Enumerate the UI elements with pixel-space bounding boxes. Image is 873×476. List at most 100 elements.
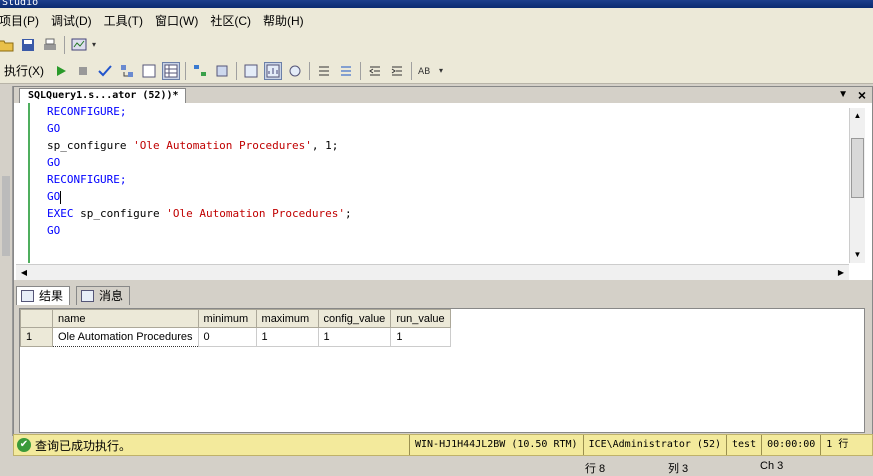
message-icon <box>81 290 94 302</box>
column-header[interactable]: maximum <box>255 309 319 328</box>
menu-help[interactable]: 帮助(H) <box>260 12 313 29</box>
column-header[interactable]: config_value <box>317 309 392 328</box>
tab-results[interactable]: 结果 <box>16 286 71 305</box>
scroll-right-icon[interactable]: ▶ <box>833 265 849 280</box>
query-designer-icon[interactable] <box>213 62 231 80</box>
table-cell[interactable]: Ole Automation Procedures <box>52 327 199 347</box>
left-panel-scroll[interactable] <box>0 86 13 436</box>
change-tracking-margin <box>14 103 30 263</box>
toolbar-separator <box>309 61 310 80</box>
code-token: 'Ole Automation Procedures' <box>166 207 346 220</box>
document-tab-strip: SQLQuery1.s...ator (52))* ▼ × <box>14 87 872 103</box>
left-panel-thumb[interactable] <box>2 176 10 256</box>
code-line[interactable]: sp_configure 'Ole Automation Procedures'… <box>47 137 847 154</box>
window-title: Studio <box>0 0 873 8</box>
tab-messages-label: 消息 <box>99 289 124 303</box>
uncomment-lines-icon[interactable] <box>337 62 355 80</box>
code-line[interactable]: GO <box>47 188 847 205</box>
editor-status-bar: 行 8 列 3 Ch 3 <box>0 457 873 475</box>
status-user: ICE\Administrator (52) <box>582 435 726 455</box>
code-token: GO <box>47 190 61 203</box>
standard-toolbar: ▾ <box>0 32 873 58</box>
results-grid[interactable]: name minimum maximum config_value run_value … <box>19 308 865 433</box>
execute-button[interactable]: 执行(X) <box>4 62 44 79</box>
menu-tools[interactable]: 工具(T) <box>101 12 152 29</box>
open-folder-icon[interactable] <box>0 36 15 54</box>
actual-plan-icon[interactable] <box>242 62 260 80</box>
decrease-indent-icon[interactable] <box>366 62 384 80</box>
toolbar-separator <box>236 61 237 80</box>
toolbar-separator <box>64 36 65 54</box>
editor-scroll-thumb[interactable] <box>851 138 864 198</box>
window-title-text: Studio <box>2 0 39 8</box>
toolbar-overflow-icon[interactable]: ▾ <box>439 66 445 76</box>
column-header[interactable]: name <box>52 309 199 328</box>
status-database: test <box>726 435 761 455</box>
menu-window[interactable]: 窗口(W) <box>152 12 207 29</box>
editor-vertical-scrollbar[interactable]: ▲ ▼ <box>849 108 865 263</box>
table-cell[interactable]: 0 <box>197 327 257 347</box>
code-token: ; <box>345 207 352 220</box>
cursor-char: Ch 3 <box>760 460 784 472</box>
client-statistics-icon[interactable] <box>264 61 282 80</box>
parse-check-icon[interactable] <box>96 62 114 80</box>
sql-cmd-mode-icon[interactable] <box>286 62 304 80</box>
toolbar-separator <box>185 61 186 80</box>
cursor-column: 列 3 <box>668 463 689 475</box>
status-elapsed: 00:00:00 <box>761 435 820 455</box>
column-header[interactable]: minimum <box>197 309 257 328</box>
code-line[interactable]: GO <box>47 120 847 137</box>
code-line[interactable]: GO <box>47 222 847 239</box>
menu-project[interactable]: 项目(P) <box>0 12 48 29</box>
scroll-up-icon[interactable]: ▲ <box>850 108 865 124</box>
query-document-window: SQLQuery1.s...ator (52))* ▼ × RECONFIGUR… <box>13 86 873 436</box>
toolbar-separator <box>360 61 361 80</box>
editor-horizontal-scrollbar[interactable]: ◀ ▶ <box>16 264 849 280</box>
table-cell[interactable]: 1 <box>390 327 452 347</box>
code-line[interactable]: RECONFIGURE; <box>47 171 847 188</box>
svg-text:AB: AB <box>418 67 430 77</box>
debug-play-icon[interactable] <box>52 62 70 80</box>
specify-template-values-icon[interactable]: AB <box>417 62 435 80</box>
stop-icon[interactable] <box>74 62 92 80</box>
code-line[interactable]: GO <box>47 154 847 171</box>
code-token: GO <box>47 156 61 169</box>
scroll-left-icon[interactable]: ◀ <box>16 265 32 280</box>
activity-monitor-icon[interactable] <box>70 36 88 54</box>
scroll-down-icon[interactable]: ▼ <box>850 247 865 263</box>
menu-debug[interactable]: 调试(D) <box>48 12 101 29</box>
tab-sqlquery1[interactable]: SQLQuery1.s...ator (52))* <box>19 88 186 103</box>
sql-editor[interactable]: RECONFIGURE; GO sp_configure 'Ole Automati… <box>47 103 847 239</box>
print-icon[interactable] <box>41 36 59 54</box>
estimated-plan-icon[interactable] <box>191 62 209 80</box>
status-server: WIN-HJ1H44JL2BW (10.50 RTM) <box>409 435 583 455</box>
status-message: 查询已成功执行。 <box>35 438 132 453</box>
code-token: GO <box>47 122 61 135</box>
tab-messages[interactable]: 消息 <box>76 286 131 305</box>
code-token: 'Ole Automation Procedures' <box>133 139 312 152</box>
close-icon[interactable]: × <box>858 87 866 103</box>
toolbar-separator <box>411 61 412 80</box>
code-line[interactable]: RECONFIGURE; <box>47 103 847 120</box>
results-to-text-icon[interactable] <box>140 62 158 80</box>
menu-community[interactable]: 社区(C) <box>207 12 260 29</box>
code-token: RECONFIGURE; <box>47 105 127 118</box>
sql-editor-toolbar: 执行(X) AB ▾ <box>0 58 873 84</box>
chevron-down-icon[interactable]: ▼ <box>838 87 848 103</box>
menu-bar: 项目(P) 调试(D) 工具(T) 窗口(W) 社区(C) 帮助(H) <box>0 8 873 32</box>
table-cell[interactable]: 1 <box>255 327 319 347</box>
increase-indent-icon[interactable] <box>388 62 406 80</box>
column-header[interactable]: run_value <box>390 309 452 328</box>
code-token: sp_configure <box>47 139 134 152</box>
query-options-icon[interactable] <box>118 62 136 80</box>
table-row[interactable]: 1 Ole Automation Procedures 0 1 1 1 <box>20 327 452 347</box>
text-caret <box>60 190 62 204</box>
tab-results-label: 结果 <box>39 289 64 303</box>
comment-lines-icon[interactable] <box>315 62 333 80</box>
toolbar-overflow-icon[interactable]: ▾ <box>92 40 98 50</box>
results-to-grid-icon[interactable] <box>162 61 180 80</box>
code-token: RECONFIGURE; <box>47 173 127 186</box>
code-line[interactable]: EXEC sp_configure 'Ole Automation Proced… <box>47 205 847 222</box>
table-cell[interactable]: 1 <box>317 327 392 347</box>
save-icon[interactable] <box>19 36 37 54</box>
